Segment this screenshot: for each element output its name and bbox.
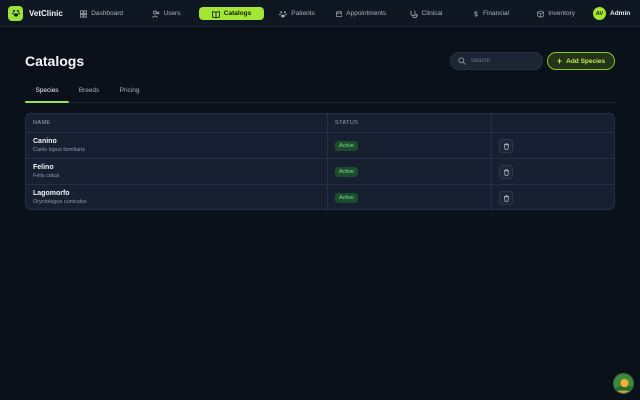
status-badge: Active <box>335 167 358 177</box>
nav-item-dashboard[interactable]: Dashboard <box>80 7 123 20</box>
nav-label: Clinical <box>421 10 443 17</box>
stethoscope-icon <box>410 10 418 18</box>
paw-logo-icon <box>8 5 23 21</box>
species-name: Lagomorfo <box>33 190 70 197</box>
nav-label: Financial <box>482 10 509 17</box>
nav-label: Catalogs <box>223 10 252 17</box>
nav-item-patients[interactable]: Patients <box>279 7 315 20</box>
nav-item-catalogs[interactable]: Catalogs <box>199 7 264 20</box>
box-icon <box>537 9 545 18</box>
paw-icon <box>279 10 288 17</box>
nav-item-appointments[interactable]: Appointments <box>336 7 386 20</box>
search-input[interactable] <box>471 58 539 64</box>
search-box[interactable] <box>450 52 543 70</box>
tab-species[interactable]: Species <box>25 87 69 94</box>
nav-item-clinical[interactable]: Clinical <box>409 7 443 20</box>
delete-button[interactable] <box>499 165 513 179</box>
landscape-icon <box>614 374 633 393</box>
nav-item-users[interactable]: Users <box>150 7 182 20</box>
column-header-status[interactable]: STATUS <box>335 120 358 126</box>
nav-label: Appointments <box>346 10 386 17</box>
search-icon <box>458 57 466 65</box>
trash-icon <box>503 169 509 176</box>
species-scientific-name: Felis catus <box>33 173 60 179</box>
active-tab-indicator <box>25 101 69 103</box>
tab-breeds[interactable]: Breeds <box>76 87 102 94</box>
trash-icon <box>503 143 509 150</box>
table-header: NAME STATUS <box>26 114 614 133</box>
user-label[interactable]: Admin <box>610 10 630 17</box>
table-row[interactable]: Canino Canis lupus familiaris Active <box>26 133 614 159</box>
delete-button[interactable] <box>499 191 513 205</box>
book-icon <box>211 10 220 18</box>
species-name: Felino <box>33 164 54 171</box>
nav-label: Dashboard <box>91 10 123 17</box>
brand[interactable]: VetClinic <box>8 5 78 21</box>
app-name: VetClinic <box>29 8 63 18</box>
species-scientific-name: Canis lupus familiaris <box>33 147 85 153</box>
status-badge: Active <box>335 193 358 203</box>
status-badge: Active <box>335 141 358 151</box>
table-row[interactable]: Lagomorfo Oryctolagus cuniculus Active <box>26 185 614 209</box>
nav-label: Users <box>163 10 181 17</box>
nav-label: Patients <box>291 10 315 17</box>
species-name: Canino <box>33 138 57 145</box>
add-species-button[interactable]: + Add Species <box>547 52 615 70</box>
assistant-avatar-button[interactable] <box>613 373 634 394</box>
calendar-icon <box>336 10 343 17</box>
nav-label: Inventory <box>548 10 575 17</box>
user-avatar[interactable]: AV <box>593 7 606 20</box>
trash-icon <box>503 195 509 202</box>
species-scientific-name: Oryctolagus cuniculus <box>33 199 87 205</box>
catalog-tabs: Species Breeds Pricing <box>25 84 615 103</box>
table-row[interactable]: Felino Felis catus Active <box>26 159 614 185</box>
nav-item-financial[interactable]: Financial <box>473 7 509 20</box>
species-table: NAME STATUS Canino Canis lupus familiari… <box>25 113 615 210</box>
nav-item-inventory[interactable]: Inventory <box>537 7 575 20</box>
page-title: Catalogs <box>25 53 85 69</box>
users-icon <box>151 10 159 18</box>
column-header-name[interactable]: NAME <box>33 120 51 126</box>
tab-pricing[interactable]: Pricing <box>117 87 142 94</box>
delete-button[interactable] <box>499 139 513 153</box>
plus-icon: + <box>556 55 563 66</box>
dollar-icon <box>474 10 478 17</box>
add-species-label: Add Species <box>566 57 606 65</box>
grid-icon <box>80 9 88 18</box>
top-navbar: VetClinic Dashboard Users Catalogs Patie… <box>0 0 640 27</box>
